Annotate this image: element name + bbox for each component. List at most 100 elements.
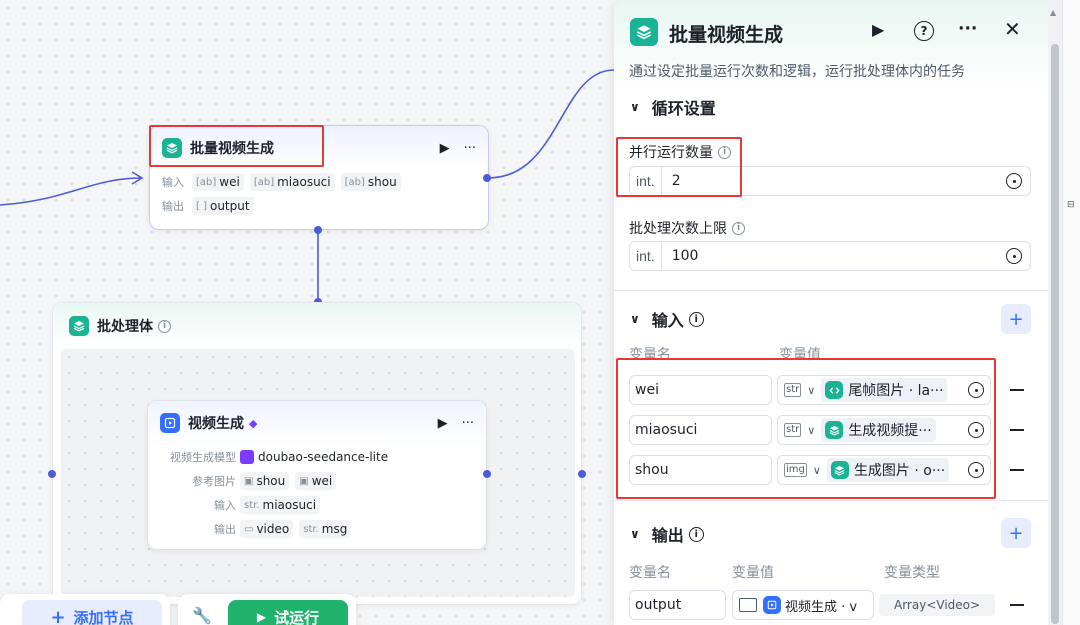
port-dot[interactable]: [48, 470, 56, 478]
panel-title: 批量视频生成: [669, 24, 784, 46]
video-icon: [763, 596, 781, 614]
play-icon: ▶: [256, 610, 267, 624]
panel-description: 通过设定批量运行次数和逻辑，运行批处理体内的任务: [629, 64, 965, 80]
layers-icon: [69, 316, 89, 336]
output-tag: ▭ video: [240, 520, 294, 538]
output-value: 视频生成 · v: [785, 599, 858, 615]
remove-input-button[interactable]: [1010, 429, 1024, 431]
input-tag-text: miaosuci: [277, 175, 331, 189]
batch-node-inputs: 输入 [ab] wei [ab] miaosuci [ab] shou: [150, 170, 488, 194]
input-tag-text: shou: [367, 175, 397, 189]
limit-label-text: 批处理次数上限: [629, 221, 727, 237]
scroll-up-icon[interactable]: ▲: [1050, 8, 1056, 17]
play-icon[interactable]: ▶: [872, 20, 884, 39]
edge-arrow: [131, 171, 144, 185]
close-icon[interactable]: ✕: [1004, 17, 1021, 41]
scrollbar-track[interactable]: ▲: [1048, 0, 1062, 625]
ref-tag: ▣ shou: [240, 472, 290, 490]
highlight-box: [149, 125, 324, 167]
input-label: 输入: [162, 176, 184, 189]
output-label: 输出: [162, 200, 184, 213]
port-dot[interactable]: [483, 174, 491, 182]
video-icon: [160, 413, 180, 433]
chevron-down-icon: ∨: [630, 100, 640, 114]
config-panel: 批量视频生成 ▶ ? ··· ✕ 通过设定批量运行次数和逻辑，运行批处理体内的任…: [614, 0, 1048, 625]
divider: [614, 290, 1048, 291]
wrench-icon[interactable]: 🔧: [192, 606, 212, 625]
add-input-button[interactable]: +: [1001, 304, 1031, 334]
batch-limit-input[interactable]: int. 100: [629, 241, 1031, 271]
video-model-row: 视频生成模型 doubao-seedance-lite: [148, 445, 486, 469]
input-tag-text: miaosuci: [262, 498, 317, 512]
plus-icon: +: [50, 606, 66, 625]
help-icon[interactable]: ?: [914, 21, 934, 41]
input-section-title: 输入: [651, 311, 684, 330]
info-icon: i: [732, 221, 745, 235]
info-icon: i: [158, 319, 171, 333]
limit-value: 100: [671, 248, 699, 264]
batch-body-header: 批处理体 i: [53, 303, 581, 349]
output-value-input[interactable]: 视频生成 · v: [732, 590, 874, 620]
loop-section-title: 循环设置: [651, 99, 716, 118]
toolbar-left: + 添加节点: [0, 594, 170, 625]
output-section-header[interactable]: ∨ 输出 i: [630, 522, 704, 546]
edge-incoming-batch: [0, 177, 143, 206]
test-run-label: 试运行: [274, 608, 320, 625]
output-tag-text: output: [209, 199, 250, 213]
remove-output-button[interactable]: [1010, 604, 1024, 606]
info-icon: i: [688, 311, 704, 327]
input-tag: [ab] shou: [340, 173, 401, 191]
int-prefix: int.: [630, 242, 662, 270]
play-icon[interactable]: ▶: [438, 416, 448, 431]
input-section-header[interactable]: ∨ 输入 i: [630, 307, 704, 331]
scrollbar-thumb[interactable]: [1051, 44, 1059, 624]
add-output-button[interactable]: +: [1001, 518, 1031, 548]
remove-input-button[interactable]: [1010, 389, 1024, 391]
model-name: doubao-seedance-lite: [258, 450, 389, 464]
output-col-value: 变量值: [732, 565, 774, 581]
chevron-down-icon: ∨: [630, 527, 640, 541]
output-tag: str. msg: [299, 520, 352, 538]
more-icon[interactable]: ···: [462, 416, 474, 431]
output-name-input[interactable]: output: [629, 590, 726, 620]
video-gen-node[interactable]: 视频生成 ◆ ▶ ··· 视频生成模型 doubao-seedance-lite…: [147, 400, 487, 550]
play-icon[interactable]: ▶: [440, 141, 450, 156]
output-label: 输出: [214, 523, 236, 536]
video-node-header: 视频生成 ◆ ▶ ···: [148, 401, 486, 445]
video-input-row: 输入 str. miaosuci: [148, 493, 486, 517]
chevron-down-icon: ∨: [630, 312, 640, 326]
variable-ref-icon[interactable]: [1006, 248, 1022, 264]
toolbar-right: 🔧 ▶ 试运行: [178, 594, 356, 625]
more-icon[interactable]: ···: [464, 141, 476, 156]
layers-icon: [630, 18, 658, 46]
port-dot[interactable]: [483, 470, 491, 478]
highlight-box: [616, 137, 742, 197]
ref-tag-text: shou: [256, 474, 286, 488]
port-dot[interactable]: [314, 226, 322, 234]
batch-node-outputs: 输出 [ ] output: [150, 194, 488, 218]
diamond-icon: ◆: [249, 416, 258, 430]
test-run-button[interactable]: ▶ 试运行: [228, 600, 348, 625]
add-node-label: 添加节点: [73, 608, 134, 625]
output-section-title: 输出: [651, 526, 684, 545]
output-type-badge: Array<Video>: [879, 594, 996, 616]
divider: [614, 500, 1048, 501]
input-tag: [ab] wei: [192, 173, 244, 191]
input-type: str.: [244, 499, 260, 511]
ref-label: 参考图片: [192, 475, 236, 488]
ref-tag: ▣ wei: [295, 472, 337, 490]
port-dot[interactable]: [578, 470, 586, 478]
input-tag: str. miaosuci: [240, 496, 321, 514]
remove-input-button[interactable]: [1010, 469, 1024, 471]
side-strip: ⊟: [1062, 0, 1080, 625]
video-output-row: 输出 ▭ video str. msg: [148, 517, 486, 541]
folder-icon: [739, 598, 757, 612]
info-icon: i: [688, 526, 704, 542]
side-tab-icon[interactable]: ⊟: [1067, 200, 1075, 210]
model-icon: [240, 450, 254, 464]
output-tag-text: msg: [321, 522, 348, 536]
loop-section-header[interactable]: ∨ 循环设置: [630, 95, 716, 119]
more-icon[interactable]: ···: [958, 19, 977, 39]
variable-ref-icon[interactable]: [1006, 173, 1022, 189]
add-node-button[interactable]: + 添加节点: [22, 600, 162, 625]
